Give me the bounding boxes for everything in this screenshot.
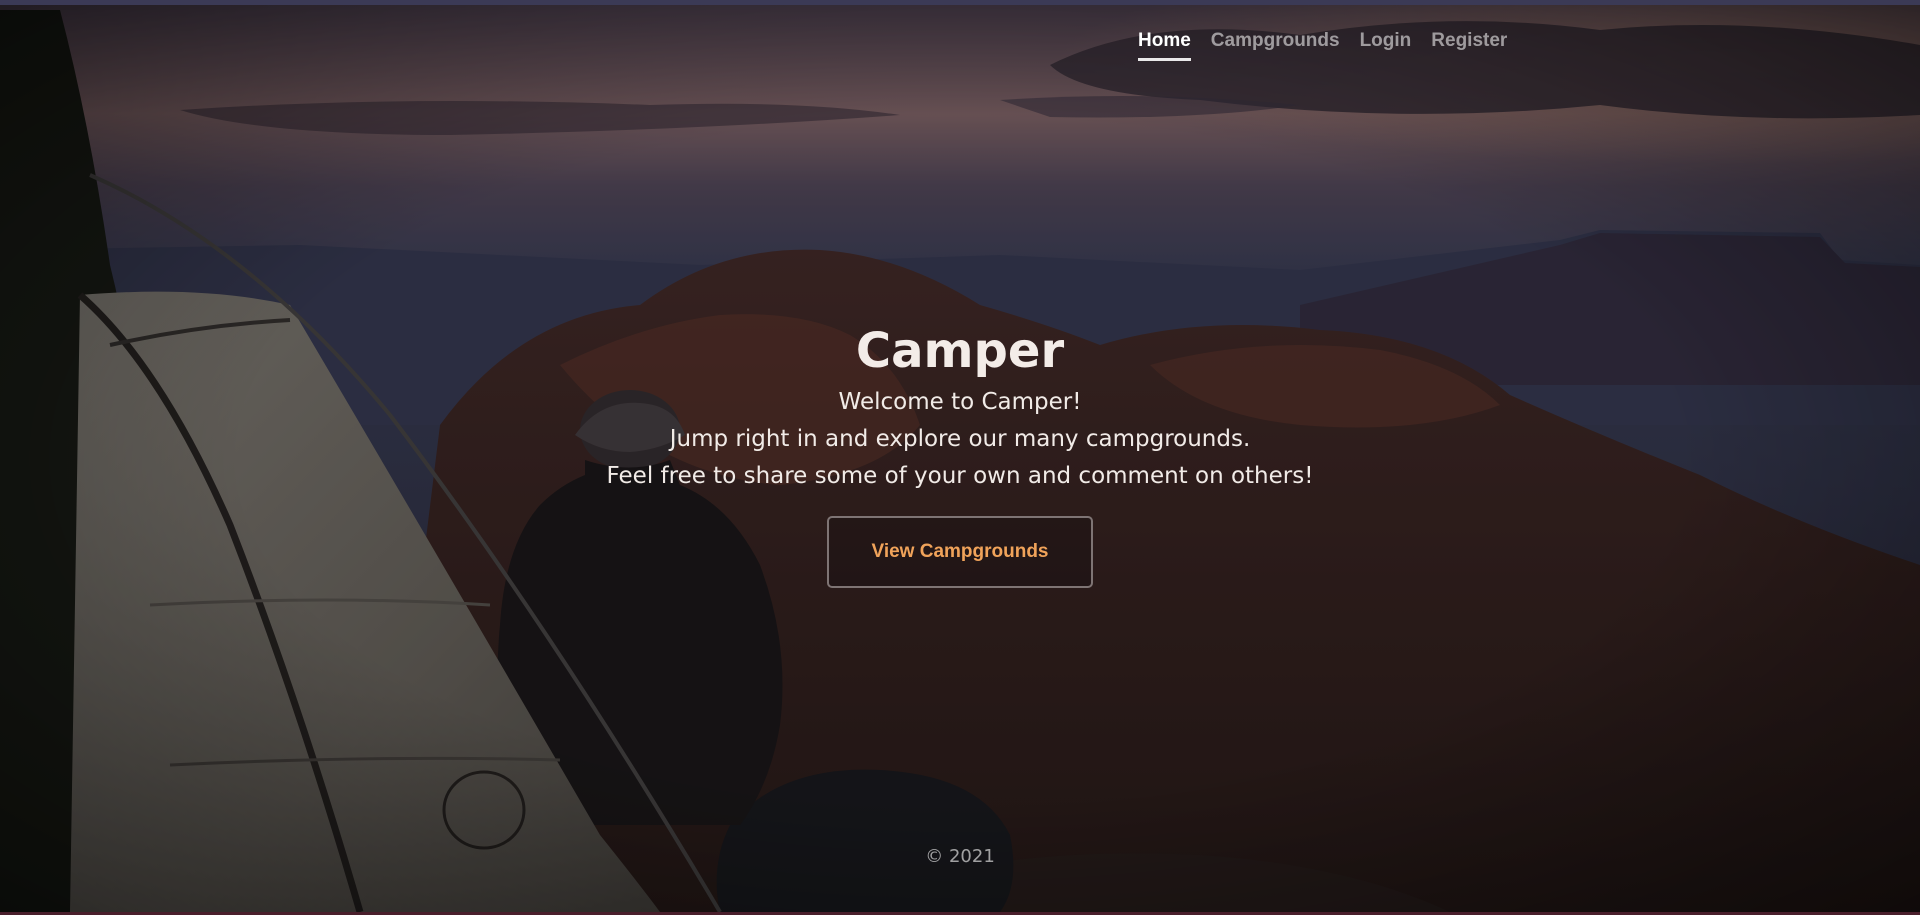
hero-welcome-line: Welcome to Camper! — [838, 389, 1082, 415]
nav-link-home[interactable]: Home — [1138, 30, 1191, 61]
main-nav: Home Campgrounds Login Register — [1138, 30, 1507, 61]
landing-page: Home Campgrounds Login Register Camper W… — [0, 0, 1920, 915]
nav-link-register[interactable]: Register — [1431, 30, 1507, 61]
nav-link-login[interactable]: Login — [1360, 30, 1412, 61]
hero-share-line: Feel free to share some of your own and … — [606, 463, 1314, 489]
hero-section: Camper Welcome to Camper! Jump right in … — [0, 318, 1920, 588]
hero-explore-line: Jump right in and explore our many campg… — [669, 426, 1251, 452]
hero-title: Camper — [855, 323, 1065, 379]
nav-link-campgrounds[interactable]: Campgrounds — [1211, 30, 1340, 61]
view-campgrounds-button[interactable]: View Campgrounds — [827, 516, 1093, 588]
footer-copyright: © 2021 — [925, 846, 995, 867]
